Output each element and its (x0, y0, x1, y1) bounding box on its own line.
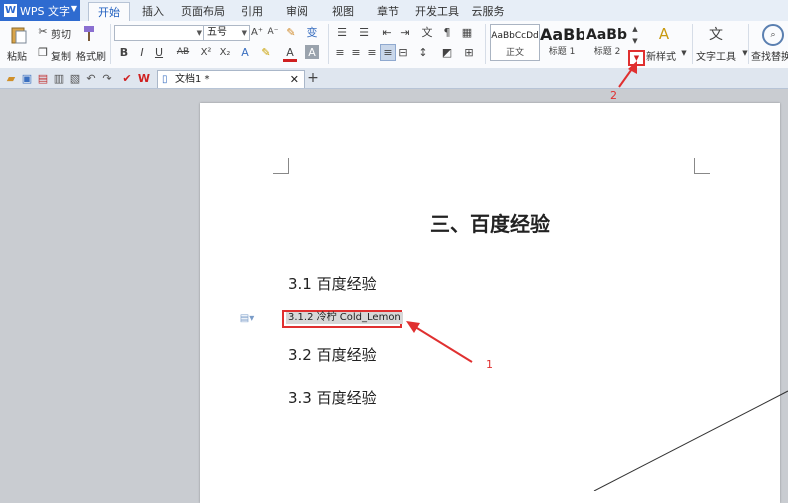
annotation-arrows (406, 61, 637, 363)
annotation-label-2: 2 (610, 89, 617, 102)
annotation-label-1: 1 (486, 358, 493, 371)
